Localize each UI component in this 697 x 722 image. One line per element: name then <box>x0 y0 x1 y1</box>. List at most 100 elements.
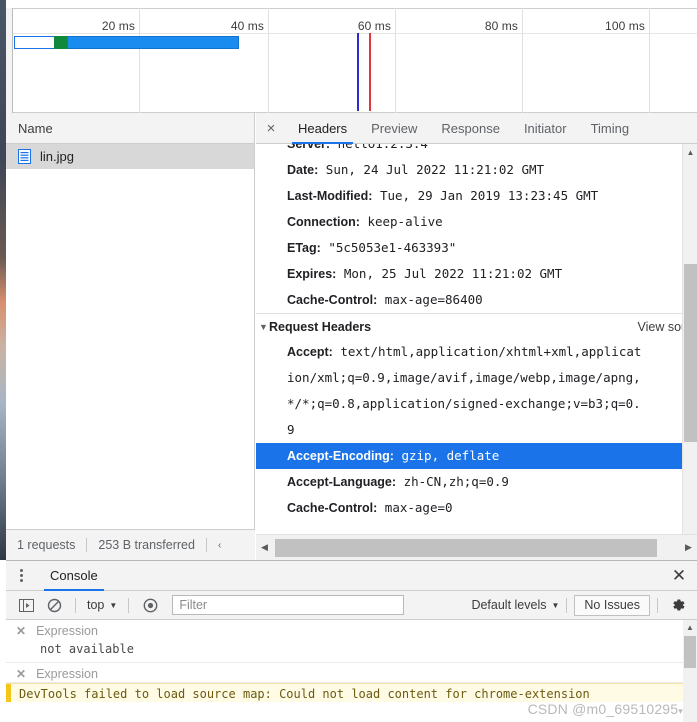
console-drawer: Console ✕ top ▼ Filter Default levels ▼ … <box>6 560 697 722</box>
console-message-header: ✕ Expression <box>16 620 697 639</box>
tab-initiator[interactable]: Initiator <box>512 113 579 143</box>
status-divider <box>86 538 88 552</box>
scroll-up-arrow-icon[interactable]: ▲ <box>683 620 697 634</box>
header-line-request-cache-control: Cache-Control: max-age=0 <box>287 500 453 515</box>
more-options-icon[interactable] <box>6 561 36 590</box>
header-line-accept-cont3: 9 <box>287 422 295 437</box>
overview-tick-line <box>139 8 140 113</box>
request-headers-section-title[interactable]: ▼Request Headers View sou <box>256 313 682 339</box>
log-levels-value: Default levels <box>471 598 547 612</box>
chevron-down-icon[interactable]: ▼ <box>259 314 268 340</box>
overview-tick-label: 40 ms <box>230 19 264 33</box>
status-requests-count: 1 requests <box>17 538 76 552</box>
console-message-1[interactable]: ✕ Expression not available <box>6 620 697 663</box>
status-divider <box>205 538 207 552</box>
headers-scroll-content: Server: hello1.2.3.4 Date: Sun, 24 Jul 2… <box>256 144 682 521</box>
console-warning-row[interactable]: DevTools failed to load source map: Coul… <box>6 683 697 702</box>
view-source-link[interactable]: View sou <box>638 314 683 340</box>
overview-tick-line <box>522 8 523 113</box>
network-split: Name lin.jpg × Headers Preview Response … <box>6 113 697 560</box>
console-warning-text: DevTools failed to load source map: Coul… <box>19 687 590 701</box>
vertical-scroll-thumb[interactable] <box>684 264 697 442</box>
scroll-left-arrow-icon[interactable]: ◀ <box>256 535 273 561</box>
console-sidebar-icon[interactable] <box>12 593 40 617</box>
header-line-expires: Expires: Mon, 25 Jul 2022 11:21:02 GMT <box>287 266 563 281</box>
header-line-accept-cont2: */*;q=0.8,application/signed-exchange;v=… <box>287 396 641 411</box>
scroll-up-arrow-icon[interactable]: ▲ <box>683 144 697 160</box>
horizontal-scroll-thumb[interactable] <box>275 538 657 557</box>
request-row-lin-jpg[interactable]: lin.jpg <box>6 144 254 169</box>
header-line-cache-control: Cache-Control: max-age=86400 <box>287 292 483 307</box>
header-line-last-modified: Last-Modified: Tue, 29 Jan 2019 13:23:45… <box>287 188 599 203</box>
overview-tick-line <box>395 8 396 113</box>
toolbar-divider <box>128 597 130 613</box>
error-icon: ✕ <box>16 667 27 681</box>
network-status-bar: 1 requests 253 B transferred ‹ <box>6 529 255 560</box>
chevron-down-icon: ▼ <box>109 600 118 610</box>
console-message-detail: not available <box>40 642 134 656</box>
tab-timing[interactable]: Timing <box>579 113 642 143</box>
tab-response[interactable]: Response <box>429 113 512 143</box>
headers-content[interactable]: Server: hello1.2.3.4 Date: Sun, 24 Jul 2… <box>256 144 682 533</box>
headers-vertical-scrollbar[interactable]: ▲ ▼ <box>682 144 697 548</box>
toolbar-divider <box>75 597 76 613</box>
waterfall-segment-dns <box>54 36 67 49</box>
detail-tab-bar: × Headers Preview Response Initiator Tim… <box>256 113 697 144</box>
toolbar-divider <box>566 597 568 613</box>
overview-tick-label: 20 ms <box>101 19 135 33</box>
devtools-window: 20 ms 40 ms 60 ms 80 ms 100 ms Name lin.… <box>0 0 697 722</box>
live-expression-icon[interactable] <box>136 593 164 617</box>
request-list: Name lin.jpg <box>6 113 255 560</box>
console-toolbar: top ▼ Filter Default levels ▼ No Issues <box>6 591 697 620</box>
header-line-etag: ETag: "5c5053e1-463393" <box>287 240 457 255</box>
header-line-server: Server: hello1.2.3.4 <box>287 144 428 151</box>
tab-headers[interactable]: Headers <box>286 113 359 144</box>
console-message-header: ✕ Expression <box>16 663 697 682</box>
close-detail-icon[interactable]: × <box>256 113 286 143</box>
section-label: Request Headers <box>269 320 372 334</box>
filter-placeholder: Filter <box>179 598 208 612</box>
watermark: CSDN @m0_69510295▾ <box>528 701 683 717</box>
overview-grid: 20 ms 40 ms 60 ms 80 ms 100 ms <box>6 8 697 113</box>
toolbar-divider <box>657 597 658 613</box>
issues-button[interactable]: No Issues <box>574 594 650 616</box>
header-line-accept-encoding[interactable]: Accept-Encoding: gzip, deflate <box>256 443 682 469</box>
scroll-right-arrow-icon[interactable]: ▶ <box>680 535 697 561</box>
header-line-connection: Connection: keep-alive <box>287 214 443 229</box>
request-list-header[interactable]: Name <box>6 113 254 144</box>
clear-console-icon[interactable] <box>40 593 68 617</box>
execution-context-selector[interactable]: top ▼ <box>83 598 121 612</box>
log-levels-selector[interactable]: Default levels ▼ <box>471 598 559 612</box>
tab-preview[interactable]: Preview <box>359 113 429 143</box>
network-overview: 20 ms 40 ms 60 ms 80 ms 100 ms <box>6 0 697 113</box>
request-detail-panel: × Headers Preview Response Initiator Tim… <box>256 113 697 560</box>
console-message-2[interactable]: ✕ Expression <box>6 663 697 683</box>
close-drawer-icon[interactable]: ✕ <box>661 561 697 591</box>
status-overflow-icon[interactable]: ‹ <box>218 540 221 551</box>
drawer-tab-console[interactable]: Console <box>36 561 112 591</box>
overview-tick-label: 80 ms <box>484 19 518 33</box>
waterfall-segment-download <box>67 36 239 49</box>
overview-tick-label: 60 ms <box>357 19 391 33</box>
column-header-name: Name <box>18 120 53 136</box>
console-vertical-scrollbar[interactable]: ▲ <box>683 620 697 722</box>
console-scroll-thumb[interactable] <box>684 636 696 668</box>
request-name: lin.jpg <box>40 149 74 164</box>
waterfall-segment-queue <box>14 36 54 49</box>
console-message-title: Expression <box>36 624 98 638</box>
dom-content-loaded-marker <box>357 33 359 111</box>
header-line-accept: Accept: text/html,application/xhtml+xml,… <box>287 344 642 359</box>
status-transferred-size: 253 B transferred <box>98 538 195 552</box>
header-line-accept-language: Accept-Language: zh-CN,zh;q=0.9 <box>287 474 509 489</box>
execution-context-value: top <box>87 598 105 612</box>
watermark-text: CSDN @m0_69510295 <box>527 701 679 717</box>
console-filter-input[interactable]: Filter <box>172 595 405 615</box>
overview-gutter <box>6 8 13 113</box>
overview-tick-line <box>268 8 269 113</box>
header-line-date: Date: Sun, 24 Jul 2022 11:21:02 GMT <box>287 162 545 177</box>
gear-icon[interactable] <box>665 597 691 613</box>
horizontal-scroll-track[interactable] <box>273 535 680 561</box>
console-message-title: Expression <box>36 667 98 681</box>
headers-horizontal-scrollbar[interactable]: ◀ ▶ <box>256 534 697 560</box>
watermark-caret-icon: ▾ <box>678 706 683 716</box>
